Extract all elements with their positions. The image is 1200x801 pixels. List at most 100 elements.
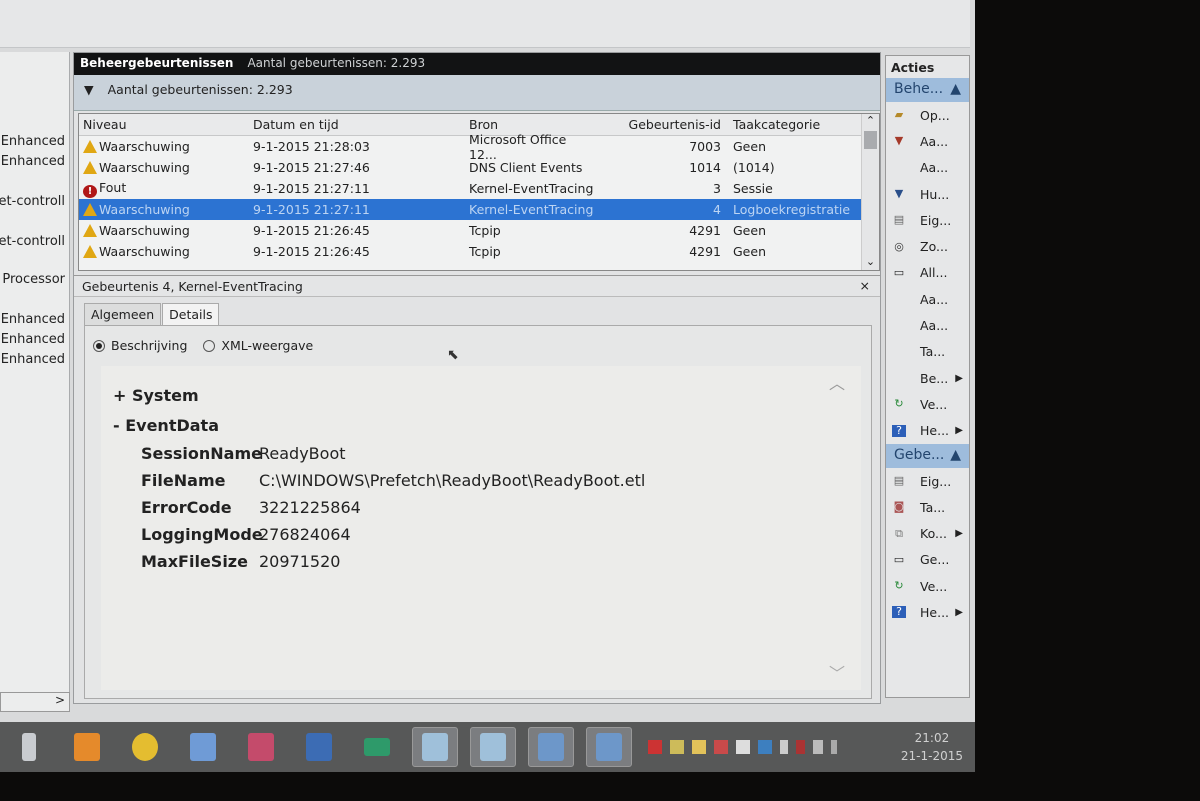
- cloud-icon[interactable]: [736, 740, 750, 754]
- tree-item[interactable]: net-controll: [0, 234, 65, 249]
- action-label: Ge...: [920, 552, 950, 568]
- tab-algemeen[interactable]: Algemeen: [84, 303, 162, 326]
- event-count: Aantal gebeurtenissen: 2.293: [247, 56, 426, 70]
- table-row[interactable]: Waarschuwing 9-1-2015 21:26:45 Tcpip 429…: [79, 241, 879, 262]
- table-row[interactable]: Waarschuwing 9-1-2015 21:26:45 Tcpip 429…: [79, 220, 879, 241]
- tree-item[interactable]: 3 Enhanced: [0, 332, 65, 347]
- signal-icon[interactable]: [813, 740, 823, 754]
- eventdata-node[interactable]: - EventData: [113, 416, 219, 435]
- copy-icon: ⧉: [895, 526, 903, 540]
- radio-beschrijving[interactable]: Beschrijving: [93, 338, 187, 353]
- table-scrollbar[interactable]: ⌃ ⌄: [861, 114, 879, 270]
- volume-icon[interactable]: [831, 740, 837, 754]
- tree-item[interactable]: 3 Enhanced: [0, 352, 65, 367]
- col-bron[interactable]: Bron: [465, 117, 595, 132]
- field-key: ErrorCode: [141, 498, 232, 517]
- toolbar-area: [0, 0, 970, 48]
- scroll-down-icon[interactable]: ﹀: [829, 660, 845, 684]
- cell-level: Waarschuwing: [79, 139, 249, 154]
- taskbar-app-7[interactable]: [354, 727, 400, 767]
- flag-icon[interactable]: [780, 740, 788, 754]
- event-field: FileName C:\WINDOWS\Prefetch\ReadyBoot\Re…: [141, 471, 645, 490]
- col-niveau[interactable]: Niveau: [79, 117, 249, 132]
- scroll-up-icon[interactable]: ︿: [829, 370, 845, 394]
- log-title: Beheergebeurtenissen: [80, 56, 234, 70]
- cell-id: 7003: [689, 139, 721, 154]
- taskbar-app-1[interactable]: [6, 727, 52, 767]
- action-item[interactable]: ▰ Op...: [886, 102, 969, 128]
- table-row[interactable]: ! Fout 9-1-2015 21:27:11 Kernel-EventTrac…: [79, 178, 879, 199]
- action-item[interactable]: ▤ Eig...: [886, 468, 969, 494]
- action-item[interactable]: ⧉ Ko... ▶: [886, 520, 969, 546]
- clock[interactable]: 21:02 21-1-2015: [901, 729, 963, 765]
- mail-icon[interactable]: [670, 740, 684, 754]
- action-item[interactable]: ? He... ▶: [886, 418, 969, 444]
- taskbar-eventviewer-1[interactable]: [412, 727, 458, 767]
- taskbar-app-6[interactable]: [296, 727, 342, 767]
- col-id[interactable]: Gebeurtenis-id: [595, 117, 729, 132]
- tab-details[interactable]: Details: [162, 303, 220, 326]
- action-item[interactable]: ? He... ▶: [886, 599, 969, 625]
- action-item[interactable]: ▼ Hu...: [886, 181, 969, 207]
- radio-xml[interactable]: XML-weergave: [203, 338, 313, 353]
- actions-title: Acties: [891, 60, 935, 75]
- action-item[interactable]: Aa...: [886, 312, 969, 338]
- action-item[interactable]: ▼ Aa...: [886, 128, 969, 154]
- taskbar-app-11[interactable]: [586, 727, 632, 767]
- filter-text: Aantal gebeurtenissen: 2.293: [107, 82, 293, 97]
- taskbar-media-player[interactable]: [64, 727, 110, 767]
- taskbar-app-10[interactable]: [528, 727, 574, 767]
- taskbar-keyboard[interactable]: [180, 727, 226, 767]
- app-tray-icon[interactable]: [714, 740, 728, 754]
- cell-category: Geen: [733, 223, 766, 238]
- cell-category: Geen: [733, 244, 766, 259]
- actions-group-event[interactable]: Gebe... ▲: [886, 443, 969, 468]
- taskbar-control-panel[interactable]: [238, 727, 284, 767]
- filter-icon: ▼: [894, 187, 904, 201]
- table-row[interactable]: Waarschuwing 9-1-2015 21:28:03 Microsoft…: [79, 132, 879, 162]
- save-icon: ▭: [893, 265, 905, 279]
- actions-group-log[interactable]: Behe... ▲: [886, 78, 969, 102]
- col-category[interactable]: Taakcategorie: [729, 117, 859, 132]
- collapse-icon: ▲: [950, 446, 961, 463]
- action-item[interactable]: Be... ▶: [886, 365, 969, 391]
- cell-date: 9-1-2015 21:26:45: [253, 244, 370, 259]
- action-label: Ta...: [920, 344, 946, 360]
- table-row[interactable]: Waarschuwing 9-1-2015 21:27:46 DNS Clien…: [79, 157, 879, 178]
- tree-item[interactable]: ) Processor: [0, 272, 65, 287]
- antivirus-icon[interactable]: [648, 740, 662, 754]
- system-node[interactable]: + System: [113, 386, 199, 405]
- tree-scroll-right[interactable]: >: [0, 692, 70, 712]
- action-label: Ko...: [920, 526, 947, 542]
- screen: s Enhanced s Enhanced net-controll net-cont…: [0, 0, 975, 772]
- action-item[interactable]: ▤ Eig...: [886, 207, 969, 233]
- action-item[interactable]: ◙ Ta...: [886, 494, 969, 520]
- blank-icon: [892, 346, 906, 358]
- cell-id: 3: [713, 181, 721, 196]
- action-item[interactable]: ↻ Ve...: [886, 573, 969, 599]
- cell-id: 4: [713, 202, 721, 217]
- cell-date: 9-1-2015 21:27:11: [253, 181, 370, 196]
- tree-item[interactable]: net-controll: [0, 194, 65, 209]
- properties-icon: ▤: [893, 474, 905, 487]
- action-item[interactable]: ◎ Zo...: [886, 233, 969, 259]
- messenger-tray-icon[interactable]: [692, 740, 706, 754]
- action-label: Aa...: [920, 160, 949, 176]
- action-item[interactable]: ↻ Ve...: [886, 391, 969, 417]
- tree-item[interactable]: 3 Enhanced: [0, 312, 65, 327]
- close-icon[interactable]: ×: [860, 278, 870, 293]
- tree-item[interactable]: s Enhanced: [0, 154, 65, 169]
- action-item[interactable]: Aa...: [886, 155, 969, 181]
- battery-icon[interactable]: [796, 740, 805, 754]
- taskbar-messenger[interactable]: [122, 727, 168, 767]
- action-item[interactable]: Ta...: [886, 339, 969, 365]
- refresh-icon: ↻: [894, 579, 904, 593]
- action-item[interactable]: ▭ Ge...: [886, 547, 969, 573]
- action-item[interactable]: Aa...: [886, 286, 969, 312]
- taskbar-eventviewer-2[interactable]: [470, 727, 516, 767]
- tree-item[interactable]: s Enhanced: [0, 134, 65, 149]
- table-row[interactable]: Waarschuwing 9-1-2015 21:27:11 Kernel-Ev…: [79, 199, 879, 220]
- network-adapter-icon[interactable]: [758, 740, 772, 754]
- col-datum[interactable]: Datum en tijd: [249, 117, 465, 132]
- action-item[interactable]: ▭ All...: [886, 260, 969, 286]
